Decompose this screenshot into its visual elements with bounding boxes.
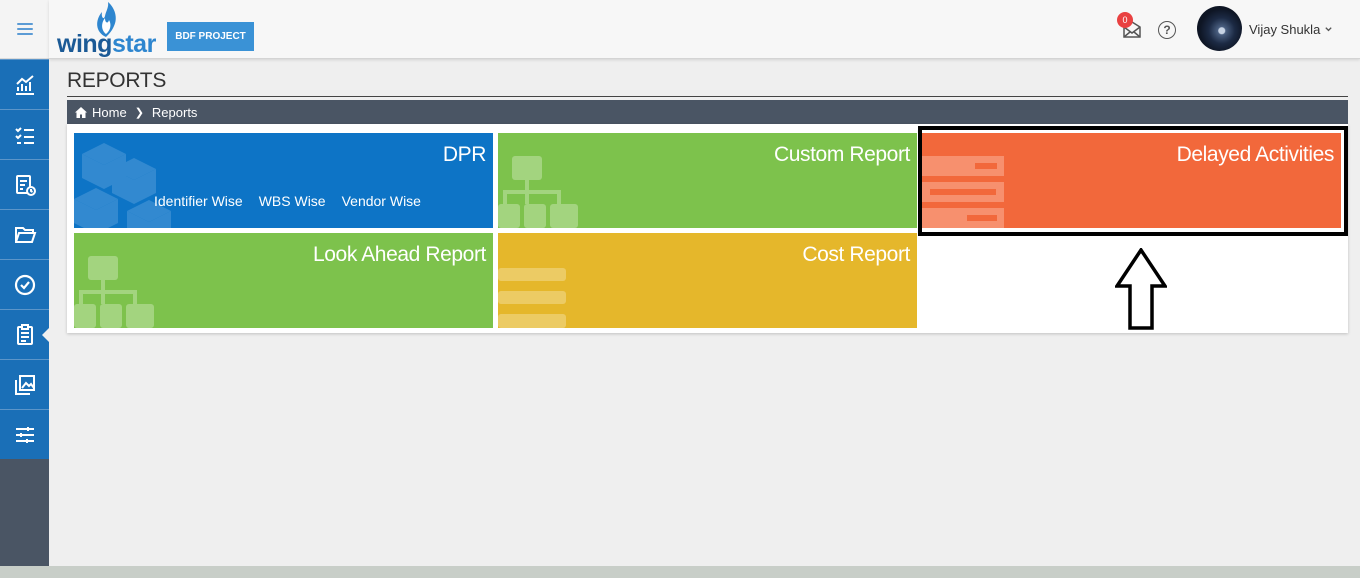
up-arrow-annotation-icon — [1115, 248, 1167, 330]
dpr-links: Identifier Wise WBS Wise Vendor Wise — [154, 193, 421, 209]
tile-delayed-activities[interactable]: Delayed Activities — [922, 133, 1341, 228]
dpr-link-wbs-wise[interactable]: WBS Wise — [259, 193, 326, 209]
help-icon[interactable]: ? — [1158, 21, 1176, 39]
hamburger-menu-icon[interactable] — [16, 23, 33, 35]
sidebar-item-gallery[interactable] — [0, 359, 49, 409]
tile-custom-report-title: Custom Report — [773, 143, 910, 166]
sidebar-item-reports[interactable] — [0, 309, 49, 359]
notification-count-badge: 0 — [1117, 12, 1133, 28]
report-clock-icon — [15, 174, 36, 196]
sidebar-item-approvals[interactable] — [0, 259, 49, 309]
breadcrumb: Home ❯ Reports — [67, 100, 1348, 124]
wingstar-logo[interactable]: wingstar — [57, 2, 156, 58]
sidebar-item-settings[interactable] — [0, 409, 49, 459]
stacked-bars-icon — [498, 268, 566, 328]
cubes-icon — [74, 143, 171, 228]
top-header: wingstar BDF PROJECT 0 ? Vijay Shukla — [49, 0, 1360, 59]
tile-custom-report[interactable]: Custom Report — [498, 133, 917, 228]
checklist-icon — [14, 126, 34, 144]
tile-dpr-title: DPR — [442, 143, 487, 166]
analytics-icon — [15, 74, 34, 95]
tile-look-ahead-report[interactable]: Look Ahead Report — [74, 233, 493, 328]
dpr-link-identifier-wise[interactable]: Identifier Wise — [154, 193, 243, 209]
clipboard-icon — [16, 323, 33, 345]
tile-delayed-activities-title: Delayed Activities — [1176, 143, 1335, 166]
server-list-icon — [922, 156, 1004, 228]
breadcrumb-separator-icon: ❯ — [134, 106, 144, 119]
sidebar-item-checklist[interactable] — [0, 109, 49, 159]
tile-cost-report[interactable]: Cost Report — [498, 233, 917, 328]
home-icon — [75, 106, 87, 118]
project-selector-button[interactable]: BDF PROJECT — [167, 22, 254, 51]
bottom-strip — [0, 566, 1360, 578]
breadcrumb-home[interactable]: Home — [75, 105, 127, 120]
tile-look-ahead-report-title: Look Ahead Report — [312, 243, 486, 266]
hierarchy-icon — [74, 256, 154, 328]
sliders-icon — [15, 426, 34, 443]
tile-dpr[interactable]: DPR Identifier Wise WBS Wise Vendor Wise — [74, 133, 493, 228]
page-title: REPORTS — [67, 69, 167, 92]
breadcrumb-current: Reports — [151, 104, 198, 120]
chevron-down-icon[interactable] — [1324, 25, 1333, 34]
logo-wordmark: wingstar — [57, 30, 156, 59]
check-circle-icon — [14, 274, 35, 295]
logo-word-wing: wing — [57, 30, 112, 58]
hierarchy-icon — [498, 156, 578, 228]
breadcrumb-home-label: Home — [92, 104, 127, 120]
sidebar-item-folders[interactable] — [0, 209, 49, 259]
title-divider — [67, 96, 1348, 97]
sidebar-item-analytics[interactable] — [0, 59, 49, 109]
sidebar-top — [0, 0, 49, 59]
user-avatar[interactable] — [1197, 6, 1242, 51]
sidebar-item-report-schedule[interactable] — [0, 159, 49, 209]
tile-cost-report-title: Cost Report — [802, 243, 910, 266]
gallery-icon — [14, 374, 35, 395]
user-name[interactable]: Vijay Shukla — [1249, 22, 1320, 37]
dpr-link-vendor-wise[interactable]: Vendor Wise — [342, 193, 421, 209]
sidebar — [0, 0, 49, 578]
folder-open-icon — [14, 226, 36, 243]
logo-word-star: star — [111, 30, 156, 58]
